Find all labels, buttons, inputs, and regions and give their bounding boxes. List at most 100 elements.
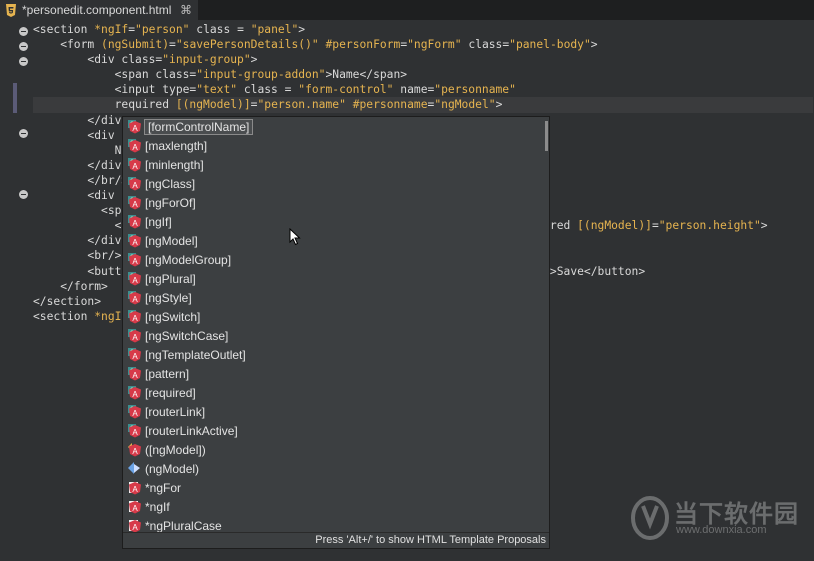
code-token: <section bbox=[33, 309, 95, 323]
completion-item[interactable]: A [ngForOf] bbox=[123, 193, 547, 212]
angular-property-icon: A bbox=[128, 290, 142, 305]
code-token: class= bbox=[461, 38, 510, 52]
svg-text:A: A bbox=[132, 295, 138, 304]
code-token: <br/> bbox=[33, 249, 122, 263]
code-token: (ngSubmit) bbox=[101, 38, 170, 52]
completion-item-label: *ngPluralCase bbox=[145, 518, 222, 533]
svg-text:A: A bbox=[132, 371, 138, 380]
angular-event-icon bbox=[128, 461, 142, 476]
code-token: "ngForm" bbox=[407, 38, 462, 52]
completion-item[interactable]: A [pattern] bbox=[123, 364, 547, 383]
tab-close-icon[interactable]: ⌘ bbox=[180, 3, 192, 17]
editor-gutter bbox=[0, 20, 30, 561]
completion-item-label: [ngTemplateOutlet] bbox=[145, 347, 246, 362]
angular-property-icon: A bbox=[128, 385, 142, 400]
completion-item[interactable]: A [ngTemplateOutlet] bbox=[123, 345, 547, 364]
completion-item[interactable]: A [ngSwitch] bbox=[123, 307, 547, 326]
completion-item[interactable]: A *ngFor bbox=[123, 478, 547, 497]
angular-property-icon: A bbox=[128, 157, 142, 172]
completion-item[interactable]: A [ngStyle] bbox=[123, 288, 547, 307]
code-token: *ngIf bbox=[94, 23, 129, 36]
code-token: "panel-body" bbox=[509, 38, 591, 52]
completion-item[interactable]: A [ngModel] bbox=[123, 231, 547, 250]
tab-title: *personedit.component.html bbox=[22, 3, 172, 17]
code-line[interactable]: <input type="text" class = "form-control… bbox=[33, 82, 813, 97]
angular-property-icon: A bbox=[128, 214, 142, 229]
completion-item[interactable]: A [ngModelGroup] bbox=[123, 250, 547, 269]
completion-item[interactable]: A [ngIf] bbox=[123, 212, 547, 231]
completion-item[interactable]: A [routerLink] bbox=[123, 402, 547, 421]
svg-text:A: A bbox=[132, 504, 138, 513]
code-token: </div bbox=[33, 234, 122, 248]
popup-scrollbar[interactable] bbox=[545, 121, 548, 151]
fold-toggle-icon[interactable] bbox=[19, 57, 28, 66]
code-line[interactable]: <div class="input-group"> bbox=[33, 52, 813, 67]
code-token: "panel" bbox=[250, 23, 299, 36]
content-assist-popup: A [formControlName] A [maxlength] A [minlengt… bbox=[122, 116, 550, 549]
completion-item[interactable]: A [routerLinkActive] bbox=[123, 421, 547, 440]
angular-property-icon: A bbox=[128, 119, 142, 134]
completion-item-label: [ngSwitch] bbox=[145, 309, 201, 324]
angular-property-icon: A bbox=[128, 347, 142, 362]
code-line[interactable]: required [(ngModel)]="person.name" #pers… bbox=[33, 97, 813, 113]
svg-text:A: A bbox=[132, 181, 138, 190]
completion-item-label: [routerLinkActive] bbox=[145, 423, 238, 438]
completion-item[interactable]: A [formControlName] bbox=[123, 117, 547, 136]
svg-text:A: A bbox=[132, 238, 138, 247]
html5-file-icon bbox=[6, 3, 16, 17]
fold-toggle-icon[interactable] bbox=[19, 27, 28, 36]
completion-item-label: [ngSwitchCase] bbox=[145, 328, 229, 343]
editor-tab-bar: *personedit.component.html ⌘ bbox=[0, 0, 814, 20]
completion-item-label: [ngIf] bbox=[145, 214, 172, 229]
code-token: "person" bbox=[135, 23, 190, 36]
code-token: = bbox=[651, 219, 659, 233]
code-token: "person.name" bbox=[257, 98, 346, 112]
completion-item[interactable]: (ngModel) bbox=[123, 459, 547, 478]
completion-item[interactable]: A [maxlength] bbox=[123, 136, 547, 155]
completion-item-label: [ngModel] bbox=[145, 233, 198, 248]
code-token: >Name</span> bbox=[325, 68, 408, 82]
code-token: [(ngModel)] bbox=[577, 219, 652, 233]
code-line[interactable]: <section *ngIf="person" class = "panel"> bbox=[33, 22, 813, 37]
completion-item[interactable]: A [ngPlural] bbox=[123, 269, 547, 288]
code-token: "ngModel" bbox=[434, 98, 496, 112]
fold-toggle-icon[interactable] bbox=[19, 42, 28, 51]
svg-text:A: A bbox=[132, 143, 138, 152]
fold-toggle-icon[interactable] bbox=[19, 129, 28, 138]
completion-item-label: [pattern] bbox=[145, 366, 190, 381]
angular-property-icon: A bbox=[128, 252, 142, 267]
code-token: >Save</button> bbox=[549, 264, 646, 278]
code-token: [(ngModel)] bbox=[175, 98, 251, 112]
code-token: N bbox=[33, 143, 122, 157]
completion-item-label: *ngFor bbox=[145, 480, 182, 495]
code-token: <sp bbox=[33, 204, 122, 218]
completion-item[interactable]: A [required] bbox=[123, 383, 547, 402]
completion-item[interactable]: A [minlength] bbox=[123, 155, 547, 174]
code-token: <input type= bbox=[33, 83, 197, 97]
code-token: </form> bbox=[33, 279, 108, 293]
fold-toggle-icon[interactable] bbox=[19, 190, 28, 199]
code-token: "form-control" bbox=[298, 83, 394, 97]
angular-property-icon: A bbox=[128, 423, 142, 438]
angular-property-icon: A bbox=[128, 233, 142, 248]
completion-item[interactable]: A ([ngModel]) bbox=[123, 440, 547, 459]
angular-directive-icon: A bbox=[128, 500, 142, 514]
editor-tab[interactable]: *personedit.component.html ⌘ bbox=[0, 0, 198, 20]
code-token: > bbox=[298, 23, 306, 36]
completion-item[interactable]: A *ngIf bbox=[123, 497, 547, 516]
completion-item-label: [ngStyle] bbox=[145, 290, 192, 305]
completion-item[interactable]: A [ngClass] bbox=[123, 174, 547, 193]
code-line[interactable]: <form (ngSubmit)="savePersonDetails()" #… bbox=[33, 37, 813, 52]
code-token: <div bbox=[33, 189, 115, 203]
svg-text:A: A bbox=[132, 314, 138, 323]
code-token: name= bbox=[393, 83, 435, 97]
svg-text:A: A bbox=[132, 390, 138, 399]
completion-item-label: *ngIf bbox=[145, 499, 170, 514]
code-token: = bbox=[169, 38, 176, 52]
code-token: #personname bbox=[352, 98, 428, 112]
completion-item[interactable]: A [ngSwitchCase] bbox=[123, 326, 547, 345]
angular-directive-icon: A bbox=[128, 481, 142, 495]
code-line[interactable]: <span class="input-group-addon">Name</sp… bbox=[33, 67, 813, 82]
code-token: #personForm bbox=[325, 38, 401, 52]
